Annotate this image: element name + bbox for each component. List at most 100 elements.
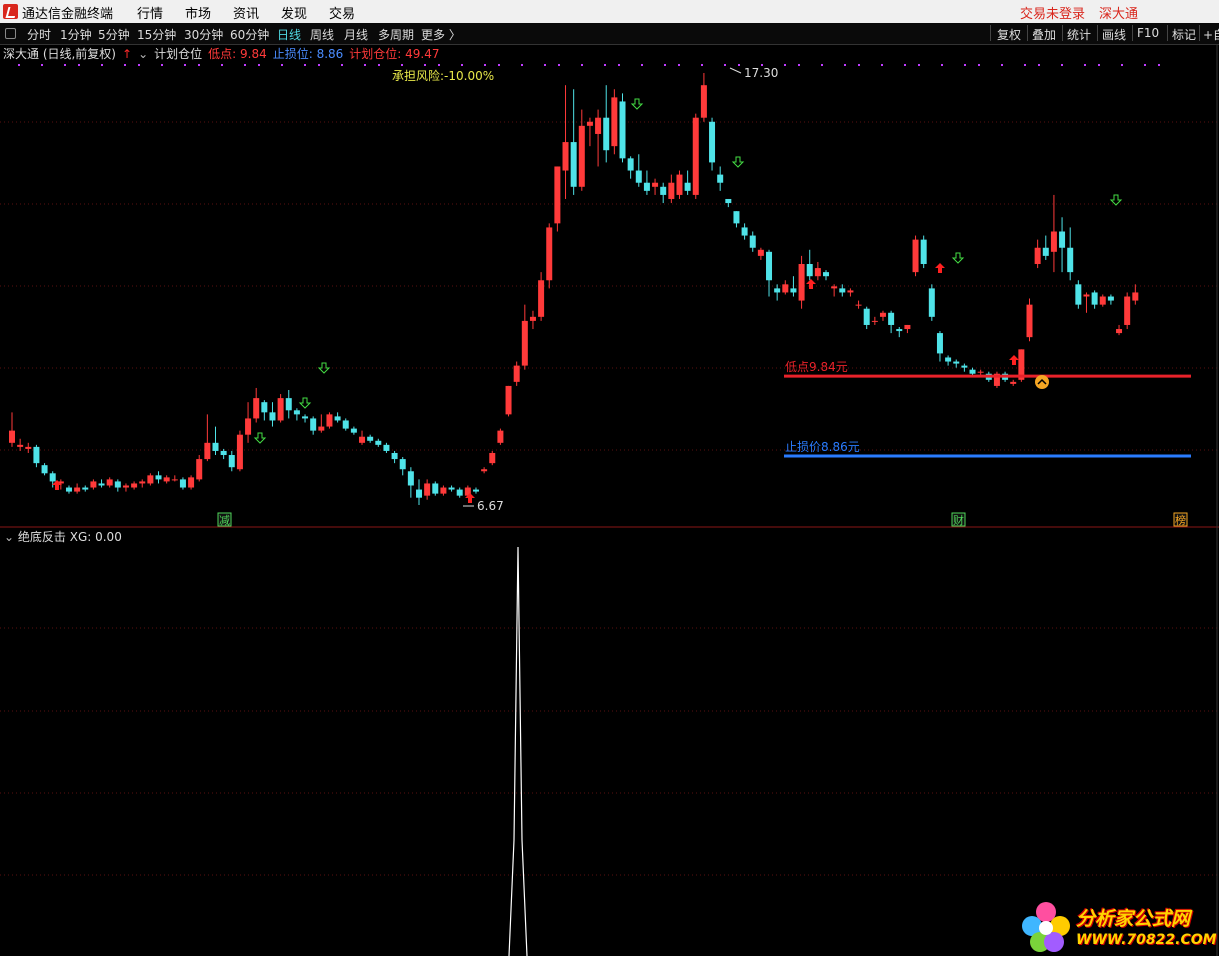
- candle-body: [774, 288, 781, 293]
- candle-body: [188, 477, 195, 488]
- signal-dot: [1098, 64, 1100, 66]
- candle-body: [342, 420, 349, 429]
- signal-dot: [401, 64, 403, 66]
- signal-dot: [424, 64, 426, 66]
- candle-body: [684, 182, 691, 191]
- candle-body: [302, 416, 309, 419]
- signal-dot: [184, 64, 186, 66]
- candle-body: [888, 312, 895, 325]
- candle-body: [399, 459, 406, 470]
- candle-body: [627, 158, 634, 171]
- signal-dot: [1061, 64, 1063, 66]
- candle-body: [839, 288, 846, 293]
- candle-body: [782, 284, 789, 293]
- sell-arrow-icon: [951, 252, 965, 264]
- candle-body: [285, 398, 292, 411]
- candle-body: [513, 365, 520, 382]
- xg-signal-spike: [508, 546, 528, 956]
- sell-arrow-icon: [298, 397, 312, 409]
- signal-dot: [1001, 64, 1003, 66]
- candle-body: [969, 369, 976, 374]
- candle-body: [700, 85, 707, 118]
- candle-body: [554, 166, 561, 224]
- candle-body: [334, 416, 341, 421]
- candle-body: [424, 483, 431, 496]
- signal-dot: [1121, 64, 1123, 66]
- candle-body: [416, 489, 422, 498]
- event-tag: 财: [953, 513, 964, 527]
- candle-body: [635, 170, 642, 183]
- signal-dot: [198, 64, 200, 66]
- candle-body: [847, 290, 854, 293]
- candle-body: [236, 434, 243, 470]
- candle-body: [326, 414, 333, 427]
- signal-dot: [558, 64, 560, 66]
- candle-body: [1107, 296, 1114, 301]
- candle-body: [1010, 381, 1017, 384]
- candle-body: [1067, 247, 1074, 273]
- candle-body: [798, 264, 805, 301]
- candle-body: [204, 442, 211, 460]
- candle-body: [1083, 294, 1090, 297]
- low-price-marker: 6.67: [477, 499, 504, 513]
- event-tag: 减: [219, 514, 230, 527]
- candle-body: [481, 469, 488, 472]
- sub-indicator-name[interactable]: 绝底反击: [18, 530, 66, 544]
- signal-dot: [101, 64, 103, 66]
- candle-body: [790, 288, 797, 293]
- candle-body: [106, 479, 113, 486]
- candle-body: [391, 452, 398, 460]
- candle-body: [855, 304, 862, 306]
- candle-body: [546, 227, 553, 281]
- candle-body: [90, 481, 97, 488]
- candle-body: [652, 182, 659, 187]
- candle-body: [114, 481, 121, 488]
- watermark: 分析家公式网 WWW.70822.COM: [1018, 898, 1219, 956]
- risk-label: 承担风险:-10.00%: [392, 69, 495, 83]
- candle-body: [668, 182, 675, 199]
- signal-dot: [161, 64, 163, 66]
- candle-body: [538, 280, 545, 317]
- candle-body: [253, 398, 260, 419]
- sell-arrow-icon: [731, 156, 745, 168]
- candle-body: [725, 198, 732, 204]
- candle-body: [269, 412, 276, 421]
- candle-body: [17, 444, 24, 447]
- signal-dot: [221, 64, 223, 66]
- sell-arrow-icon: [630, 98, 644, 110]
- candle-body: [831, 286, 838, 289]
- candle-body: [407, 471, 414, 486]
- candle-body: [147, 475, 154, 484]
- signal-dot: [78, 64, 80, 66]
- candle-body: [196, 459, 203, 480]
- signal-dot: [18, 64, 20, 66]
- candle-body: [766, 251, 773, 281]
- candle-body: [25, 446, 32, 449]
- signal-dot: [604, 64, 606, 66]
- signal-dot: [461, 64, 463, 66]
- candle-body: [1132, 292, 1139, 301]
- candle-body: [1034, 247, 1041, 265]
- candle-body: [945, 357, 952, 362]
- candle-body: [928, 288, 935, 317]
- candlestick-chart[interactable]: 低点9.84元止损价8.86元 17.30 6.67 减 财 榜: [0, 0, 1219, 956]
- candle-body: [375, 440, 382, 445]
- candle-body: [603, 117, 610, 151]
- watermark-url: WWW.70822.COM: [1076, 932, 1217, 948]
- signal-dot: [1158, 64, 1160, 66]
- signal-dot: [544, 64, 546, 66]
- candle-body: [562, 142, 569, 171]
- candle-body: [383, 444, 390, 451]
- candle-body: [814, 268, 821, 277]
- candle-body: [122, 485, 129, 488]
- signal-dot: [858, 64, 860, 66]
- candle-body: [1026, 304, 1033, 338]
- chevron-down-icon[interactable]: ⌄: [4, 530, 14, 544]
- signal-dot: [664, 64, 666, 66]
- signal-dot: [138, 64, 140, 66]
- signal-dot: [844, 64, 846, 66]
- buy-arrow-icon: [806, 279, 816, 289]
- signal-dot: [378, 64, 380, 66]
- signal-dot: [881, 64, 883, 66]
- candle-body: [578, 125, 585, 187]
